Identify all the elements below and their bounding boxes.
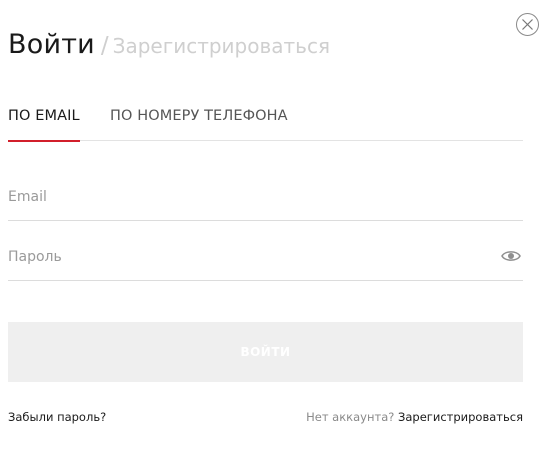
register-title-link[interactable]: Зарегистрироваться	[113, 34, 330, 58]
login-modal: Войти / Зарегистрироваться ПО EMAIL ПО НОМ…	[0, 0, 542, 449]
tab-phone[interactable]: ПО НОМЕРУ ТЕЛЕФОНА	[110, 106, 288, 141]
password-input[interactable]	[8, 241, 488, 273]
email-field-wrapper	[8, 181, 523, 221]
register-link[interactable]: Зарегистрироваться	[398, 410, 523, 424]
show-password-button[interactable]	[501, 248, 523, 264]
email-input[interactable]	[8, 181, 523, 213]
forgot-password-link[interactable]: Забыли пароль?	[8, 409, 106, 425]
submit-login-button[interactable]: ВОЙТИ	[8, 322, 523, 382]
no-account-text: Нет аккаунта?	[306, 410, 395, 424]
password-field-wrapper	[8, 241, 523, 281]
close-icon	[522, 19, 533, 30]
no-account-block: Нет аккаунта? Зарегистрироваться	[306, 409, 523, 425]
tab-email[interactable]: ПО EMAIL	[8, 106, 80, 142]
eye-icon	[501, 251, 521, 261]
close-button[interactable]	[516, 13, 539, 36]
modal-heading: Войти / Зарегистрироваться	[8, 28, 330, 65]
login-title: Войти	[8, 29, 95, 60]
login-method-tabs: ПО EMAIL ПО НОМЕРУ ТЕЛЕФОНА	[8, 106, 523, 142]
title-separator: /	[100, 33, 109, 59]
